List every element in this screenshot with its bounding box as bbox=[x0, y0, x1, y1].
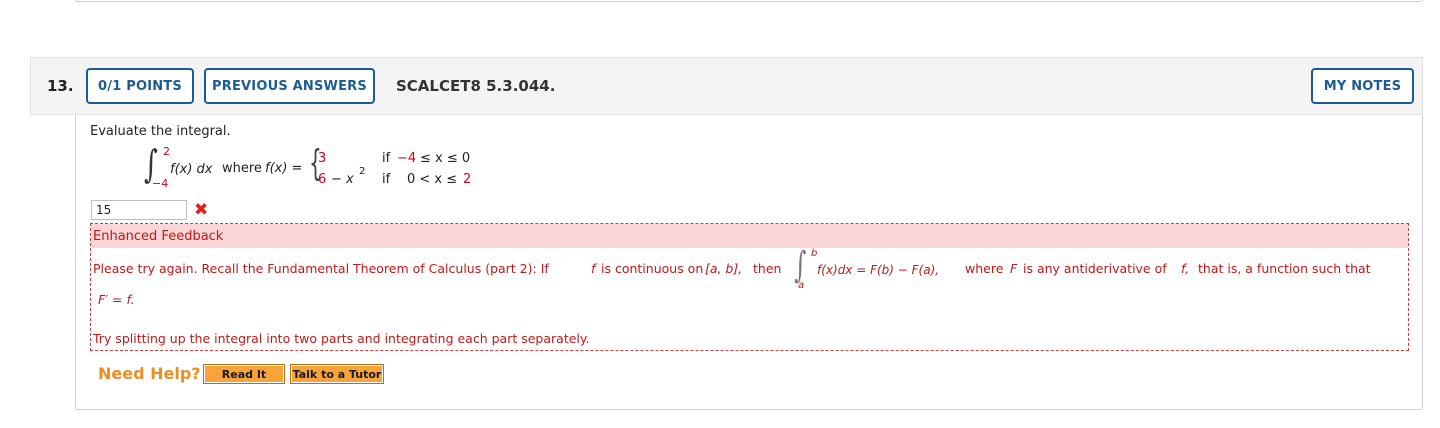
lower-limit: −4 bbox=[152, 177, 169, 190]
answer-input[interactable] bbox=[91, 200, 187, 220]
case2-value-a: 6 bbox=[318, 172, 327, 187]
case1-cond-rest: ≤ x ≤ 0 bbox=[420, 151, 471, 166]
feedback-int-lower: a bbox=[798, 280, 805, 291]
feedback-line2: F′ = f. bbox=[98, 292, 135, 307]
where-text: where bbox=[222, 161, 262, 176]
case2-cond-lo: 0 < x ≤ bbox=[407, 172, 458, 187]
feedback-integral-sign: ∫ bbox=[794, 245, 807, 286]
question-header: 13. 0/1 POINTS PREVIOUS ANSWERS SCALCET8… bbox=[30, 57, 1423, 115]
integrand: f(x) dx bbox=[170, 162, 213, 177]
case2-value-b: − x bbox=[331, 172, 354, 187]
feedback-line1-part5: that is, a function such that bbox=[1198, 261, 1371, 276]
case1-value: 3 bbox=[318, 151, 327, 166]
question-prompt: Evaluate the integral. bbox=[90, 124, 231, 139]
fx-equals: f(x) = bbox=[265, 161, 303, 176]
case1-cond-lo: −4 bbox=[397, 151, 417, 166]
feedback-line1-part4: is any antiderivative of bbox=[1023, 261, 1167, 276]
feedback-line1-part1: Please try again. Recall the Fundamental… bbox=[93, 261, 549, 276]
feedback-f: f bbox=[591, 261, 596, 276]
read-it-button[interactable]: Read It bbox=[203, 364, 285, 384]
feedback-int-upper: b bbox=[811, 248, 818, 259]
question-reference: SCALCET8 5.3.044. bbox=[396, 77, 556, 95]
enhanced-feedback-box: Enhanced Feedback Please try again. Reca… bbox=[90, 223, 1409, 351]
upper-limit: 2 bbox=[163, 145, 170, 158]
previous-question-card bbox=[75, 0, 1423, 2]
feedback-F: F bbox=[1010, 261, 1018, 276]
feedback-title-bar: Enhanced Feedback bbox=[91, 224, 1408, 248]
talk-to-tutor-button[interactable]: Talk to a Tutor bbox=[290, 364, 384, 384]
feedback-interval: [a, b], bbox=[705, 261, 743, 276]
feedback-then: then bbox=[753, 261, 782, 276]
feedback-f2: f, bbox=[1181, 261, 1190, 276]
case1-if: if bbox=[382, 151, 391, 166]
x-mark-icon: ✖ bbox=[194, 200, 209, 220]
case2-if: if bbox=[382, 172, 391, 187]
feedback-line1-part2: is continuous on bbox=[601, 261, 704, 276]
points-button[interactable]: 0/1 POINTS bbox=[86, 68, 194, 104]
feedback-line1-part3: where bbox=[965, 261, 1004, 276]
previous-answers-button[interactable]: PREVIOUS ANSWERS bbox=[204, 68, 375, 104]
case2-cond-hi: 2 bbox=[463, 172, 472, 187]
my-notes-button[interactable]: MY NOTES bbox=[1311, 68, 1414, 104]
case2-exponent: 2 bbox=[359, 166, 366, 177]
question-number: 13. bbox=[47, 77, 74, 95]
feedback-formula: f(x)dx = F(b) − F(a), bbox=[817, 263, 940, 277]
feedback-hint: Try splitting up the integral into two p… bbox=[93, 331, 590, 346]
feedback-title: Enhanced Feedback bbox=[93, 229, 224, 244]
need-help-label: Need Help? bbox=[98, 364, 201, 383]
